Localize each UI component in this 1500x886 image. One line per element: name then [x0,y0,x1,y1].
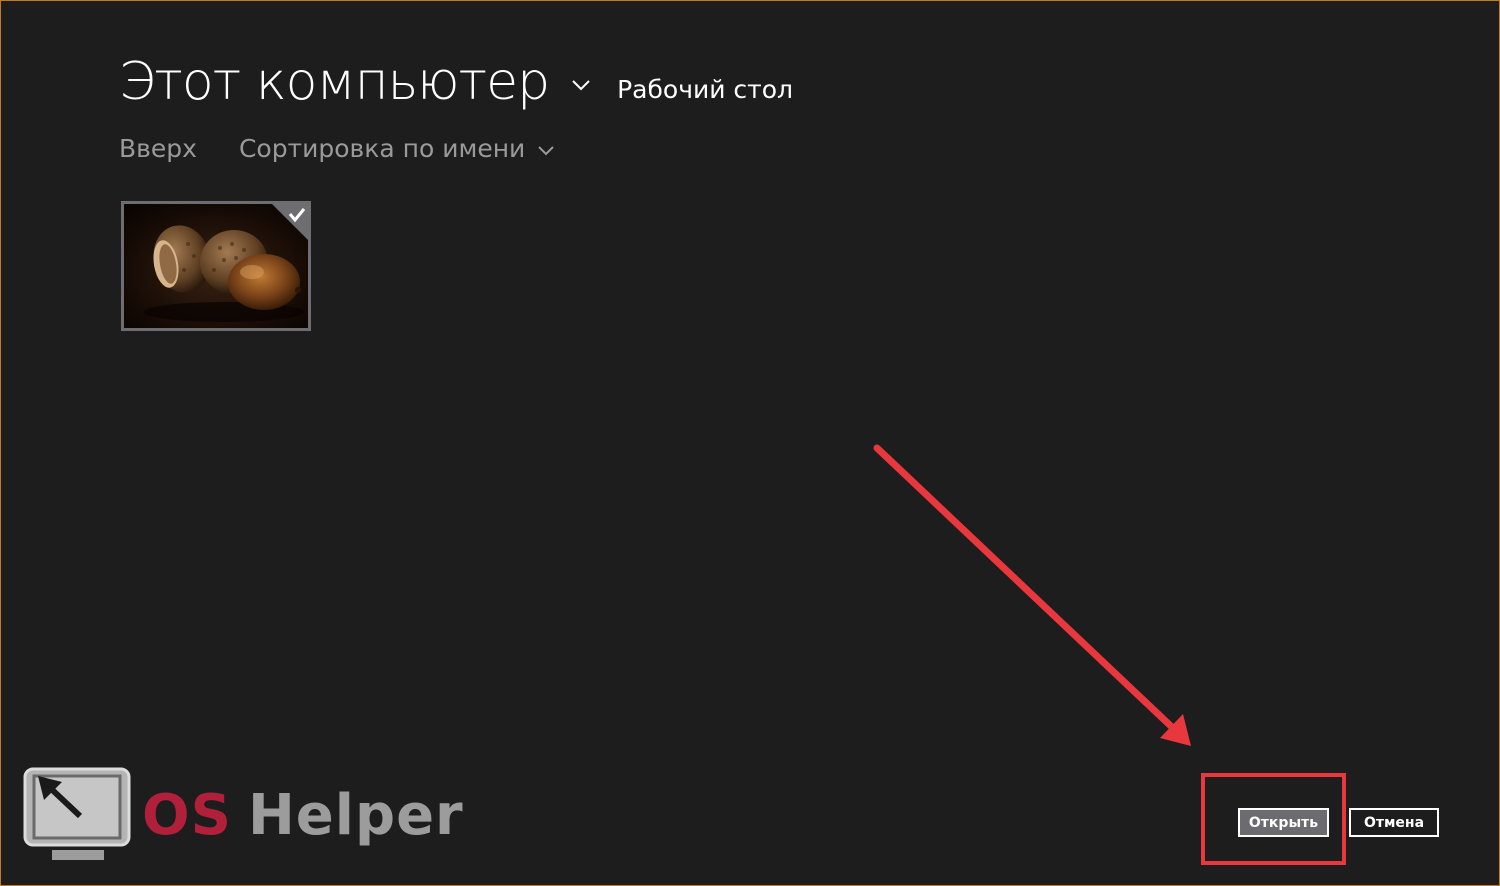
chevron-down-icon [538,145,555,155]
toolbar: Вверх Сортировка по имени [119,134,555,163]
location-header: Этот компьютер Рабочий стол [119,50,793,114]
file-thumbnail-selected[interactable] [121,201,311,331]
watermark-logo: OS Helper [22,766,464,864]
window-frame [0,0,1500,886]
sort-label: Сортировка по имени [238,134,526,163]
chevron-down-icon[interactable] [571,78,591,92]
location-title[interactable]: Этот компьютер [119,50,550,114]
watermark-text: OS Helper [142,783,464,848]
watermark-text-os: OS [142,782,232,848]
monitor-cursor-icon [23,767,131,860]
watermark-text-helper: Helper [247,782,464,848]
subfolder-link[interactable]: Рабочий стол [617,75,793,104]
open-button[interactable]: Открыть [1238,808,1329,837]
cancel-button[interactable]: Отмена [1349,808,1439,837]
annotation-arrow [873,444,1191,746]
sort-dropdown[interactable]: Сортировка по имени [239,134,555,163]
up-button[interactable]: Вверх [119,134,197,163]
checkmark-icon [272,204,308,240]
